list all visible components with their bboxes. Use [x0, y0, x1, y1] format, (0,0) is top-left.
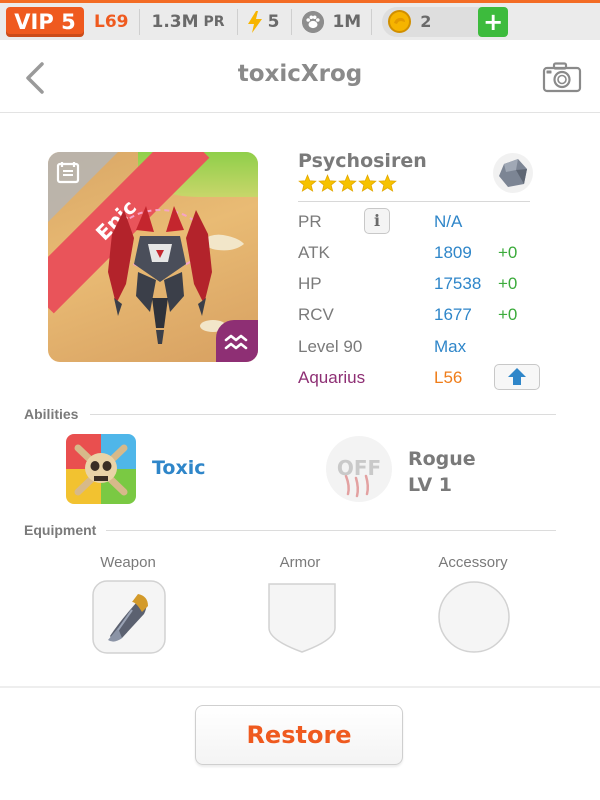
- equipment-slot-label: Armor: [279, 554, 321, 571]
- star-icon: [358, 174, 377, 192]
- stat-bonus: +0: [498, 274, 518, 293]
- stat-label: RCV: [298, 305, 334, 324]
- equipment-slot-label: Accessory: [438, 554, 508, 571]
- status-bar: VIP 5 L69 1.3M PR 5 1M 2 +: [0, 0, 600, 40]
- constellation-row: Aquarius L56: [298, 364, 558, 394]
- add-currency-button[interactable]: +: [478, 6, 509, 37]
- ring-slot-icon: [438, 581, 510, 653]
- power-rating-unit: PR: [203, 13, 225, 30]
- star-icon: [378, 174, 397, 192]
- level-value: Max: [434, 337, 467, 356]
- power-rating-value: 1.3M: [151, 11, 199, 32]
- off-badge: OFF: [336, 456, 382, 480]
- aquarius-icon: [224, 334, 248, 350]
- shield-icon: [268, 583, 336, 653]
- ability-name[interactable]: Toxic: [152, 457, 206, 479]
- arrow-up-icon: [508, 368, 526, 385]
- paw-icon: [302, 10, 325, 33]
- divider: [90, 414, 556, 415]
- upgrade-button[interactable]: [494, 364, 540, 390]
- stat-label: HP: [298, 274, 322, 293]
- vip-badge[interactable]: VIP 5: [6, 6, 84, 37]
- stat-value: 1809: [434, 243, 472, 262]
- divider: [0, 686, 600, 688]
- page-title: toxicXrog: [237, 61, 363, 87]
- weapon-slot[interactable]: [92, 580, 166, 659]
- earth-element-icon: [493, 153, 533, 193]
- divider: [371, 8, 373, 35]
- camera-icon[interactable]: [542, 61, 582, 93]
- lightning-icon: [247, 10, 262, 33]
- level-row: Level 90 Max: [298, 337, 558, 363]
- divider: [298, 201, 530, 202]
- food-counter[interactable]: 1M: [292, 2, 371, 42]
- stat-value: N/A: [434, 212, 463, 231]
- page-header: toxicXrog: [0, 43, 600, 113]
- energy-value: 5: [267, 11, 280, 32]
- player-level: L69: [94, 11, 129, 32]
- gold-coin-icon: [388, 10, 412, 33]
- info-button[interactable]: i: [364, 208, 390, 234]
- constellation-level: L56: [434, 368, 463, 387]
- stat-bonus: +0: [498, 305, 518, 324]
- armor-slot[interactable]: [265, 580, 339, 659]
- star-icon: [298, 174, 317, 192]
- restore-button[interactable]: Restore: [195, 705, 403, 765]
- stat-row-hp: HP 17538 +0: [298, 274, 558, 300]
- gold-value: 2: [420, 12, 432, 31]
- equipment-slot-label: Weapon: [100, 554, 156, 571]
- food-value: 1M: [332, 11, 362, 32]
- toxic-ability-icon[interactable]: [66, 434, 136, 504]
- constellation-label: Aquarius: [298, 368, 366, 387]
- stat-value: 1677: [434, 305, 472, 324]
- element-badge: [216, 320, 258, 362]
- stat-label: PR: [298, 212, 322, 231]
- star-icon: [318, 174, 337, 192]
- equipment-heading: Equipment: [24, 522, 97, 538]
- monster-portrait[interactable]: Epic: [48, 152, 258, 362]
- stat-row-rcv: RCV 1677 +0: [298, 305, 558, 331]
- stat-row-atk: ATK 1809 +0: [298, 243, 558, 269]
- card-icon: [56, 162, 80, 184]
- star-icon: [338, 174, 357, 192]
- player-power-rating: 1.3M PR: [140, 2, 237, 42]
- abilities-heading: Abilities: [24, 406, 79, 422]
- monster-image: [108, 206, 212, 344]
- accessory-slot[interactable]: [437, 580, 511, 659]
- level-label: Level 90: [298, 337, 363, 356]
- gold-counter[interactable]: 2 +: [382, 6, 509, 37]
- stat-bonus: +0: [498, 243, 518, 262]
- energy-counter[interactable]: 5: [238, 2, 292, 42]
- stat-value: 17538: [434, 274, 482, 293]
- monster-name: Psychosiren: [298, 150, 427, 172]
- stat-row-pr: PR i N/A: [298, 208, 558, 238]
- star-rating: [298, 174, 398, 194]
- stat-label: ATK: [298, 243, 330, 262]
- ability-name[interactable]: Rogue: [408, 448, 476, 470]
- rogue-ability-icon[interactable]: OFF: [326, 436, 392, 502]
- ability-level: LV 1: [408, 474, 453, 496]
- divider: [106, 530, 556, 531]
